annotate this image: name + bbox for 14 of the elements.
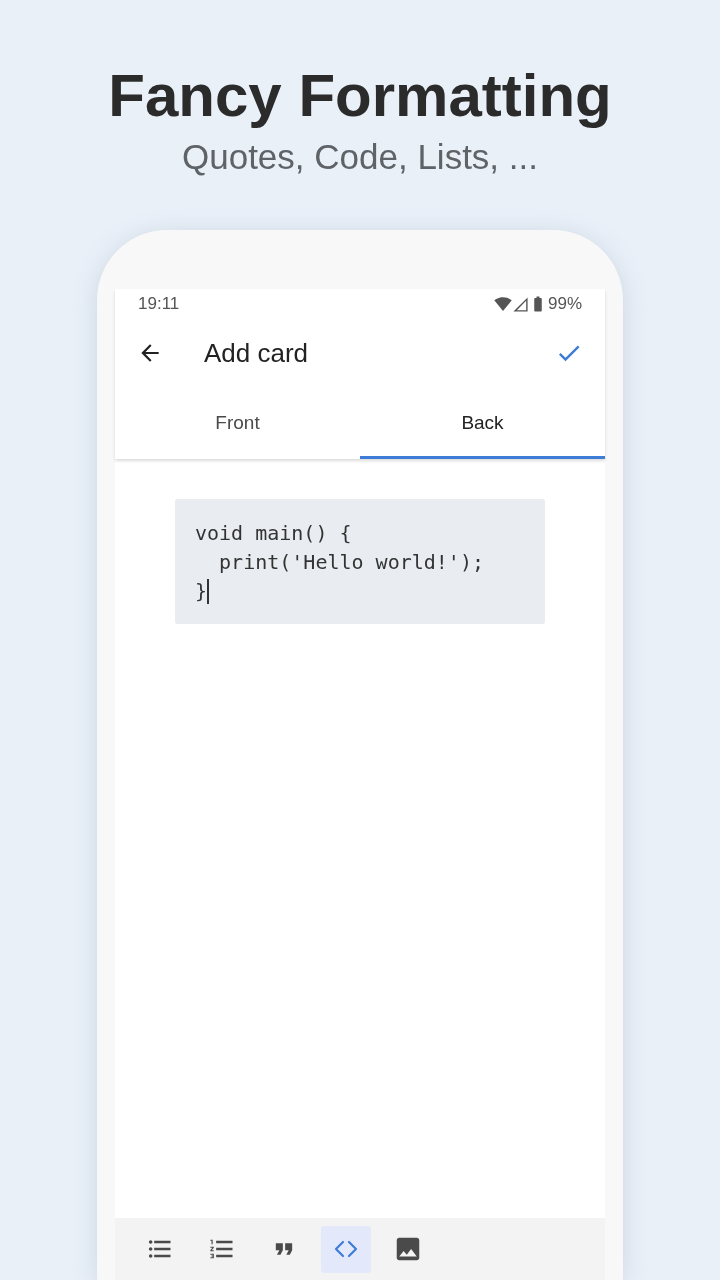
code-line: } xyxy=(195,578,208,605)
status-time: 19:11 xyxy=(138,293,180,316)
headline: Fancy Formatting xyxy=(108,61,612,131)
code-button[interactable] xyxy=(321,1225,371,1273)
subheadline: Quotes, Code, Lists, ... xyxy=(182,136,538,178)
tab[interactable]: Back xyxy=(360,387,605,459)
cellular-signal-icon xyxy=(511,295,529,313)
code-brackets-icon xyxy=(334,1240,358,1258)
code-line: void main() { xyxy=(195,520,352,547)
code-line: print('Hello world!'); xyxy=(218,549,484,576)
battery-percent: 99% xyxy=(547,293,582,316)
tab[interactable]: Front xyxy=(115,387,360,459)
wifi-icon xyxy=(493,295,512,313)
screen-title: Add card xyxy=(204,336,310,370)
